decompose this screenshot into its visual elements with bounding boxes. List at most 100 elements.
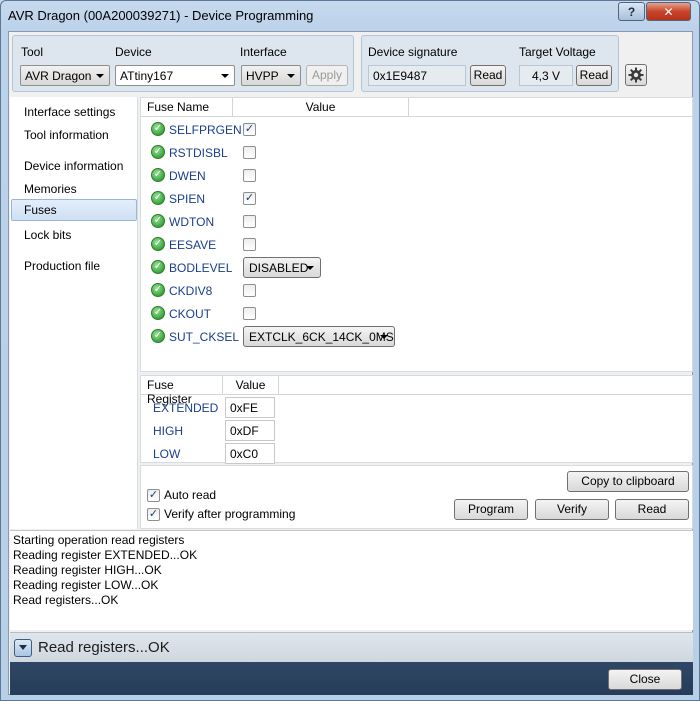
expand-log-button[interactable] [14,639,32,657]
window-close-button[interactable]: ✕ [646,2,691,21]
verify-after-programming-option[interactable]: ✓ Verify after programming [147,507,296,522]
fuse-row-bodlevel: ✓ BODLEVEL DISABLED [141,256,692,279]
status-bar: Read registers...OK [10,632,693,662]
register-value-low[interactable]: 0xC0 [225,443,275,464]
signature-read-button[interactable]: Read [470,65,506,86]
ok-check-icon: ✓ [151,283,165,297]
log-line: Reading register LOW...OK [13,578,159,592]
apply-button[interactable]: Apply [306,65,348,86]
sidebar-item-interface-settings[interactable]: Interface settings [11,101,137,123]
fuse-checkbox-wdton[interactable] [243,215,256,228]
fuse-name: SELFPRGEN [169,123,242,137]
fuse-select-value: EXTCLK_6CK_14CK_0MS [249,330,394,344]
register-row-extended: EXTENDED 0xFE [141,396,281,419]
column-header-value[interactable]: Value [233,98,409,117]
log-line: Read registers...OK [13,593,119,607]
ok-check-icon: ✓ [151,329,165,343]
fuse-name: SUT_CKSEL [169,330,240,344]
fuse-name: DWEN [169,169,206,183]
column-header-fuse-register[interactable]: Fuse Register [141,376,223,406]
close-icon: ✕ [663,4,674,19]
fuse-name: EESAVE [169,238,217,252]
chevron-down-icon [380,335,388,339]
column-header-register-value[interactable]: Value [223,376,279,395]
close-dialog-button[interactable]: Close [608,669,682,690]
sidebar-item-tool-information[interactable]: Tool information [11,124,137,146]
verify-after-programming-label: Verify after programming [164,507,296,521]
tool-select[interactable]: AVR Dragon [20,65,110,86]
voltage-read-button[interactable]: Read [576,65,612,86]
device-select-value: ATtiny167 [120,69,174,83]
sidebar-item-production-file[interactable]: Production file [11,255,137,277]
fuse-checkbox-ckdiv8[interactable] [243,284,256,297]
dialog-footer: Close [10,662,693,695]
ok-check-icon: ✓ [151,168,165,182]
fuse-checkbox-rstdisbl[interactable] [243,146,256,159]
fuse-checkbox-selfprgen[interactable]: ✓ [243,123,256,136]
signature-group: Device signature 0x1E9487 Read Target Vo… [361,35,619,92]
fuse-select-bodlevel[interactable]: DISABLED [243,257,321,278]
fuse-grid: Fuse Name Value ✓ SELFPRGEN ✓ ✓ RSTDISBL… [140,97,693,372]
log-line: Reading register HIGH...OK [13,563,162,577]
fuse-row-selfprgen: ✓ SELFPRGEN ✓ [141,118,692,141]
sidebar-item-fuses[interactable]: Fuses [11,199,137,221]
copy-to-clipboard-button[interactable]: Copy to clipboard [567,471,689,492]
help-button[interactable]: ? [618,2,645,21]
log-line: Reading register EXTENDED...OK [13,548,198,562]
device-label: Device [115,45,152,59]
target-voltage-value: 4,3 V [519,65,573,86]
settings-button[interactable] [625,64,647,86]
fuse-row-spien: ✓ SPIEN ✓ [141,187,692,210]
register-row-high: HIGH 0xDF [141,419,281,442]
status-text: Read registers...OK [38,639,170,656]
column-header-fuse-name[interactable]: Fuse Name [141,98,233,117]
fuse-row-eesave: ✓ EESAVE [141,233,692,256]
tool-select-value: AVR Dragon [25,69,92,83]
chevron-down-icon [221,74,229,78]
register-value-high[interactable]: 0xDF [225,420,275,441]
ok-check-icon: ✓ [151,214,165,228]
fuse-name: CKDIV8 [169,284,213,298]
chevron-down-icon [306,266,314,270]
fuse-select-sut-cksel[interactable]: EXTCLK_6CK_14CK_0MS [243,326,395,347]
register-table-header: Fuse Register Value [141,376,692,406]
verify-after-programming-checkbox[interactable]: ✓ [147,508,160,522]
auto-read-label: Auto read [164,488,217,502]
ok-check-icon: ✓ [151,122,165,136]
device-programming-window: AVR Dragon (00A200039271) - Device Progr… [0,0,700,701]
auto-read-checkbox[interactable]: ✓ [147,489,160,503]
ok-check-icon: ✓ [151,260,165,274]
fuse-checkbox-eesave[interactable] [243,238,256,251]
programming-actions: ✓ Auto read ✓ Verify after programming Cop… [140,465,693,529]
fuse-row-dwen: ✓ DWEN [141,164,692,187]
gear-icon [628,67,644,83]
window-title: AVR Dragon (00A200039271) - Device Progr… [8,8,314,23]
register-value-extended[interactable]: 0xFE [225,397,275,418]
auto-read-option[interactable]: ✓ Auto read [147,488,217,503]
fuse-name: RSTDISBL [169,146,228,160]
sidebar-item-memories[interactable]: Memories [11,178,137,200]
sidebar-item-lock-bits[interactable]: Lock bits [11,224,137,246]
interface-select[interactable]: HVPP [241,65,301,86]
verify-button[interactable]: Verify [535,499,609,520]
register-name: HIGH [153,424,183,438]
fuse-checkbox-ckout[interactable] [243,307,256,320]
program-button[interactable]: Program [454,499,528,520]
chevron-down-icon [287,74,295,78]
fuse-name: CKOUT [169,307,211,321]
fuse-checkbox-dwen[interactable] [243,169,256,182]
tool-label: Tool [21,45,44,59]
device-select[interactable]: ATtiny167 [115,65,235,86]
sidebar-nav: Interface settings Tool information Devi… [10,97,138,529]
fuse-checkbox-spien[interactable]: ✓ [243,192,256,205]
device-signature-value: 0x1E9487 [368,65,466,86]
read-button[interactable]: Read [615,499,689,520]
output-log[interactable]: Starting operation read registers Readin… [10,530,693,630]
sidebar-item-device-information[interactable]: Device information [11,155,137,177]
fuse-name: WDTON [169,215,215,229]
fuse-row-rstdisbl: ✓ RSTDISBL [141,141,692,164]
title-bar[interactable]: AVR Dragon (00A200039271) - Device Progr… [1,1,699,31]
ok-check-icon: ✓ [151,306,165,320]
register-row-low: LOW 0xC0 [141,442,281,465]
device-signature-label: Device signature [368,45,458,59]
